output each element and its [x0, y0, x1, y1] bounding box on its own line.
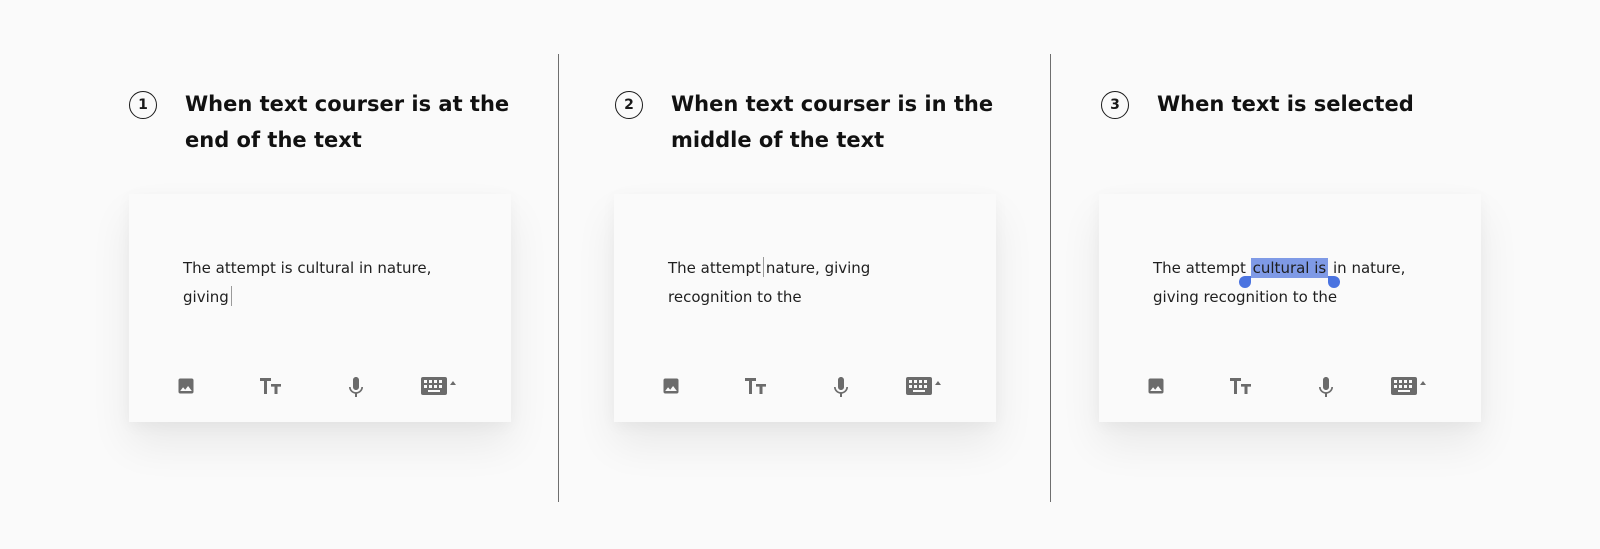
selected-text[interactable]: cultural is [1238, 258, 1341, 288]
divider-left [558, 54, 559, 502]
panel-1-toolbar [129, 374, 511, 404]
step-number-3: 3 [1101, 91, 1129, 119]
panel-2-toolbar [614, 374, 996, 404]
text-size-icon[interactable] [1229, 376, 1253, 396]
panel-3-text-line1-after: in nature, [1328, 259, 1406, 277]
selected-text-label: cultural is [1252, 259, 1327, 277]
panel-3-text-line1-before: The attempt [1153, 259, 1251, 277]
panel-2-heading: 2 When text courser is in the middle of … [615, 86, 993, 158]
panel-3-title: When text is selected [1157, 86, 1414, 122]
keyboard-icon[interactable] [1390, 376, 1428, 396]
image-icon[interactable] [661, 376, 681, 396]
step-number-2: 2 [615, 91, 643, 119]
panel-3-text-area[interactable]: The attempt cultural is in nature, givin… [1153, 254, 1405, 312]
panel-2-text-line1-after: nature, giving [765, 259, 871, 277]
microphone-icon[interactable] [1318, 376, 1334, 398]
panel-1-text-line2: giving [183, 288, 229, 306]
panel-2-text-area[interactable]: The attempt nature, giving recognition to… [668, 254, 870, 312]
panel-2-editor-card: The attempt nature, giving recognition to… [614, 194, 996, 422]
panel-1-text-line1: The attempt is cultural in nature, [183, 259, 432, 277]
keyboard-icon[interactable] [420, 376, 458, 396]
panel-1-title-line1: When text courser is at the [185, 92, 510, 116]
microphone-icon[interactable] [348, 376, 364, 398]
panel-1-text-line2-wrap: giving [183, 283, 431, 312]
panel-1-title-line2: end of the text [185, 128, 362, 152]
panel-2-title-line2: middle of the text [671, 128, 885, 152]
panel-3-title-line1: When text is selected [1157, 92, 1414, 116]
panel-2-text-line1-before: The attempt [668, 259, 761, 277]
selection-start-handle[interactable] [1238, 276, 1251, 288]
keyboard-icon[interactable] [905, 376, 943, 396]
text-size-icon[interactable] [259, 376, 283, 396]
text-cursor [762, 257, 764, 277]
panel-2-title: When text courser is in the middle of th… [671, 86, 993, 158]
panel-1-heading: 1 When text courser is at the end of the… [129, 86, 509, 158]
image-icon[interactable] [1146, 376, 1166, 396]
panel-3-text-line1-wrap: The attempt cultural is in nature, [1153, 254, 1406, 288]
panel-2-title-line1: When text courser is in the [671, 92, 994, 116]
panel-3-editor-card: The attempt cultural is in nature, givin… [1099, 194, 1481, 422]
panel-2-text-line2: recognition to the [668, 288, 802, 306]
image-icon[interactable] [176, 376, 196, 396]
panel-1-text-area[interactable]: The attempt is cultural in nature, givin… [183, 254, 431, 312]
microphone-icon[interactable] [833, 376, 849, 398]
text-cursor [230, 286, 232, 306]
panel-2-text-line1-wrap: The attempt nature, giving [668, 254, 870, 283]
divider-right [1050, 54, 1051, 502]
panel-3-heading: 3 When text is selected [1101, 86, 1414, 122]
panel-1-editor-card: The attempt is cultural in nature, givin… [129, 194, 511, 422]
step-number-1: 1 [129, 91, 157, 119]
text-size-icon[interactable] [744, 376, 768, 396]
panel-3-text-line2: giving recognition to the [1153, 288, 1338, 306]
panel-3-toolbar [1099, 374, 1481, 404]
panel-1-title: When text courser is at the end of the t… [185, 86, 509, 158]
